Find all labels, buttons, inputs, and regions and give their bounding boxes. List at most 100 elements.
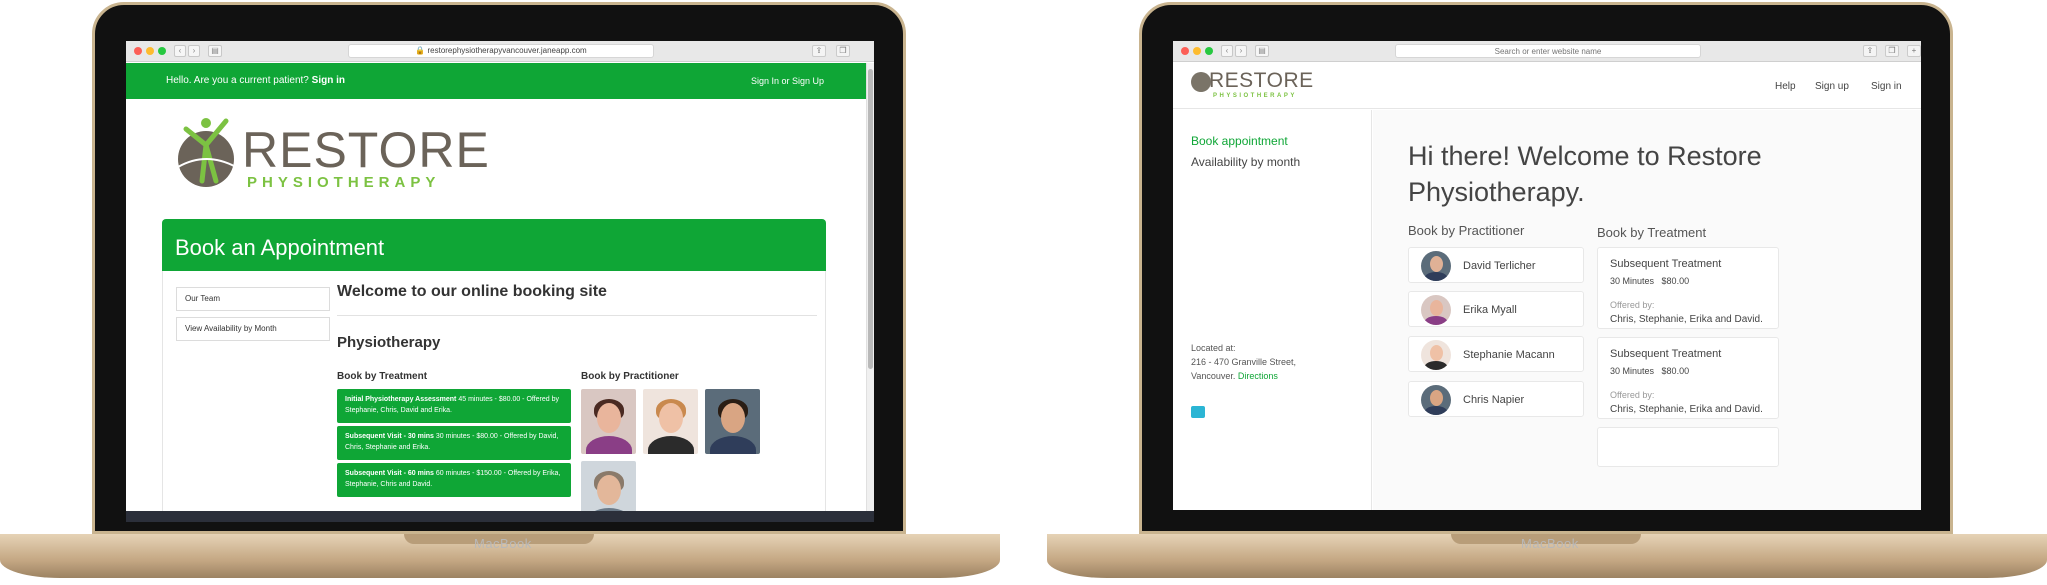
sidebar-toggle-icon[interactable]: ▤ xyxy=(208,45,222,57)
main-content: Hi there! Welcome to Restore Physiothera… xyxy=(1373,110,1921,510)
sidebar-toggle-icon[interactable]: ▤ xyxy=(1255,45,1269,57)
treatment-button[interactable]: Subsequent Visit - 30 mins 30 minutes - … xyxy=(337,426,571,460)
treatment-name: Initial Physiotherapy Assessment xyxy=(345,396,457,403)
treatment-meta: 30 Minutes $80.00 xyxy=(1610,366,1689,376)
welcome-heading: Welcome to our online booking site xyxy=(337,283,607,300)
availability-link[interactable]: View Availability by Month xyxy=(176,317,330,341)
back-icon[interactable]: ‹ xyxy=(1221,45,1233,57)
share-icon[interactable]: ⇪ xyxy=(1863,45,1877,57)
city-text: Vancouver. xyxy=(1191,371,1236,381)
treatment-name: Subsequent Visit - 30 mins xyxy=(345,433,434,440)
minimize-window-icon[interactable] xyxy=(1193,47,1201,55)
our-team-link[interactable]: Our Team xyxy=(176,287,330,311)
logo-subtitle: PHYSIOTHERAPY xyxy=(247,174,441,191)
section-heading: Physiotherapy xyxy=(337,334,441,351)
address-city: Vancouver. Directions xyxy=(1191,371,1278,381)
tabs-icon[interactable]: ❐ xyxy=(836,45,850,57)
treatment-button[interactable]: Initial Physiotherapy Assessment 45 minu… xyxy=(337,389,571,423)
sign-in-link[interactable]: Sign in xyxy=(312,75,345,86)
treatment-meta: 30 Minutes $80.00 xyxy=(1610,276,1689,286)
practitioner-photo[interactable] xyxy=(643,389,698,454)
address-text: restorephysiotherapyvancouver.janeapp.co… xyxy=(427,46,587,55)
forward-icon[interactable]: › xyxy=(188,45,200,57)
stage: MacBook ‹ › ▤ 🔒 restorephysiotherapyvanc… xyxy=(0,0,2047,585)
right-screen: ‹ › ▤ ⇪ ❐ + RESTORE PHYSIOTHERAPY Help S… xyxy=(1173,41,1921,510)
booking-header: Book an Appointment xyxy=(162,219,826,271)
address-bar[interactable]: 🔒 restorephysiotherapyvancouver.janeapp.… xyxy=(348,44,654,58)
practitioner-card[interactable]: Stephanie Macann xyxy=(1408,336,1584,372)
forward-icon[interactable]: › xyxy=(1235,45,1247,57)
practitioner-name: Erika Myall xyxy=(1463,304,1517,316)
treatment-title: Subsequent Treatment xyxy=(1610,348,1722,360)
scrollbar-thumb[interactable] xyxy=(868,69,873,369)
bottom-bar xyxy=(126,511,874,522)
new-tab-icon[interactable]: + xyxy=(1907,45,1921,57)
treatment-duration: 30 Minutes xyxy=(1610,366,1655,376)
offered-by-names: Chris, Stephanie, Erika and David. xyxy=(1610,314,1763,325)
patient-greeting: Hello. Are you a current patient? Sign i… xyxy=(166,75,345,86)
left-screen: ‹ › ▤ 🔒 restorephysiotherapyvancouver.ja… xyxy=(126,41,874,522)
offered-by-label: Offered by: xyxy=(1610,390,1655,400)
sign-up-link[interactable]: Sign up xyxy=(1815,81,1849,92)
avatar xyxy=(1421,385,1451,415)
sign-in-link[interactable]: Sign in xyxy=(1871,81,1902,92)
treatment-duration: 30 Minutes xyxy=(1610,276,1655,286)
treatment-title: Subsequent Treatment xyxy=(1610,258,1722,270)
logo-mark-icon xyxy=(1191,72,1211,92)
address-bar[interactable] xyxy=(1395,44,1701,58)
logo-mark-icon xyxy=(177,118,237,187)
share-icon[interactable]: ⇪ xyxy=(812,45,826,57)
greeting-text: Hello. Are you a current patient? xyxy=(166,75,309,86)
browser-toolbar: ‹ › ▤ ⇪ ❐ + xyxy=(1173,41,1921,62)
treatment-column-heading: Book by Treatment xyxy=(1597,225,1707,240)
sign-in-or-up-link[interactable]: Sign In or Sign Up xyxy=(751,76,824,86)
practitioner-photo[interactable] xyxy=(705,389,760,454)
offered-by-names: Chris, Stephanie, Erika and David. xyxy=(1610,404,1763,415)
minimize-window-icon[interactable] xyxy=(146,47,154,55)
scrollbar[interactable] xyxy=(866,63,874,511)
right-laptop: MacBook ‹ › ▤ ⇪ ❐ + RESTORE PHYSIOTHERAP… xyxy=(1047,0,2047,585)
availability-link[interactable]: Availability by month xyxy=(1191,155,1300,169)
close-window-icon[interactable] xyxy=(1181,47,1189,55)
practitioner-card[interactable]: Erika Myall xyxy=(1408,291,1584,327)
practitioner-name: Chris Napier xyxy=(1463,394,1525,406)
divider xyxy=(337,315,817,316)
practitioner-photo[interactable] xyxy=(581,389,636,454)
treatment-button[interactable]: Subsequent Visit - 60 mins 60 minutes - … xyxy=(337,463,571,497)
book-appointment-link[interactable]: Book appointment xyxy=(1191,134,1288,148)
directions-link[interactable]: Directions xyxy=(1238,371,1278,381)
practitioner-card[interactable]: David Terlicher xyxy=(1408,247,1584,283)
jane-app-icon xyxy=(1191,406,1205,418)
zoom-window-icon[interactable] xyxy=(1205,47,1213,55)
logo-subtitle: PHYSIOTHERAPY xyxy=(1213,93,1297,99)
treatment-card[interactable]: Subsequent Treatment 30 Minutes $80.00 O… xyxy=(1597,247,1779,329)
treatment-card[interactable]: Subsequent Treatment 30 Minutes $80.00 O… xyxy=(1597,337,1779,419)
back-icon[interactable]: ‹ xyxy=(174,45,186,57)
laptop-brand: MacBook xyxy=(474,536,532,551)
practitioner-column-heading: Book by Practitioner xyxy=(581,371,679,382)
practitioner-name: David Terlicher xyxy=(1463,260,1536,272)
zoom-window-icon[interactable] xyxy=(158,47,166,55)
tabs-icon[interactable]: ❐ xyxy=(1885,45,1899,57)
site-header: RESTORE PHYSIOTHERAPY Help Sign up Sign … xyxy=(1173,63,1921,109)
treatment-price: $80.00 xyxy=(1661,366,1690,376)
welcome-heading: Hi there! Welcome to Restore Physiothera… xyxy=(1408,141,1762,207)
laptop-brand: MacBook xyxy=(1521,536,1579,551)
treatment-card[interactable] xyxy=(1597,427,1779,467)
logo-word: RESTORE xyxy=(1209,69,1314,92)
treatment-name: Subsequent Visit - 60 mins xyxy=(345,470,434,477)
location-label: Located at: xyxy=(1191,343,1236,353)
treatment-price: $80.00 xyxy=(1661,276,1690,286)
left-laptop: MacBook ‹ › ▤ 🔒 restorephysiotherapyvanc… xyxy=(0,0,1000,585)
close-window-icon[interactable] xyxy=(134,47,142,55)
treatment-column-heading: Book by Treatment xyxy=(337,371,428,382)
help-link[interactable]: Help xyxy=(1775,81,1796,92)
address-line: 216 - 470 Granville Street, xyxy=(1191,357,1297,367)
patient-bar: Hello. Are you a current patient? Sign i… xyxy=(126,63,866,99)
lock-icon: 🔒 xyxy=(415,46,426,55)
practitioner-card[interactable]: Chris Napier xyxy=(1408,381,1584,417)
practitioner-column-heading: Book by Practitioner xyxy=(1408,223,1525,238)
avatar xyxy=(1421,295,1451,325)
sidebar: Book appointment Availability by month L… xyxy=(1173,110,1372,510)
restore-logo: RESTORE PHYSIOTHERAPY xyxy=(176,111,489,201)
